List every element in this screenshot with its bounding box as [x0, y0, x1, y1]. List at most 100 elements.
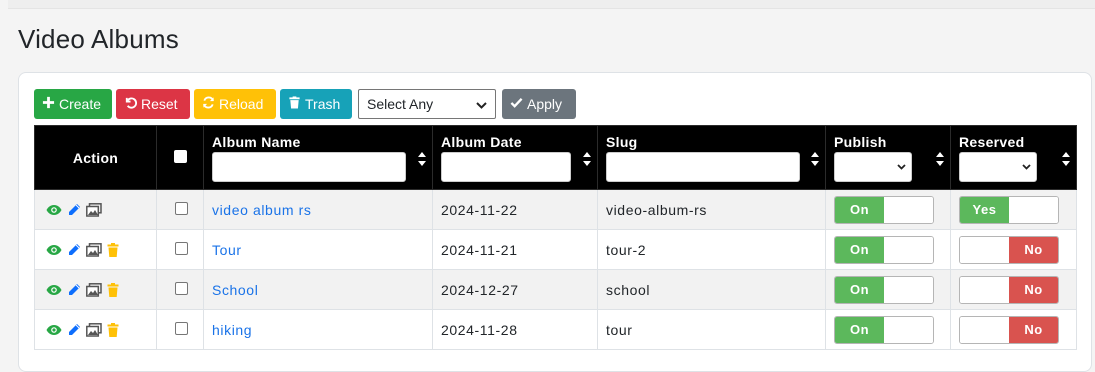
- album-name-link[interactable]: School: [212, 282, 258, 298]
- sort-icon[interactable]: [583, 152, 591, 166]
- eye-icon[interactable]: [46, 284, 62, 296]
- delete-icon[interactable]: [107, 242, 119, 257]
- slug-cell: tour: [597, 309, 826, 350]
- reload-button[interactable]: Reload: [194, 89, 276, 119]
- album-name-cell[interactable]: video album rs: [203, 189, 433, 230]
- album-date-cell: 2024-11-21: [432, 229, 598, 270]
- pencil-icon[interactable]: [67, 323, 81, 337]
- images-icon[interactable]: [86, 242, 102, 257]
- slug-filter-input[interactable]: [606, 152, 800, 182]
- publish-cell: On: [825, 269, 951, 310]
- row-actions: [34, 309, 157, 350]
- pencil-icon[interactable]: [67, 203, 81, 217]
- bulk-action-select[interactable]: Select Any: [358, 89, 496, 119]
- sort-icon[interactable]: [418, 152, 426, 166]
- chevron-down-icon: [1022, 164, 1031, 170]
- table-row: video album rs 2024-11-22 video-album-rs…: [34, 189, 1077, 230]
- reserved-cell: No: [950, 269, 1077, 310]
- trash-button-label: Trash: [305, 96, 341, 112]
- column-header-album-date[interactable]: Album Date: [432, 125, 598, 190]
- publish-cell: On: [825, 189, 951, 230]
- images-icon[interactable]: [86, 202, 102, 217]
- album-name-link[interactable]: video album rs: [212, 202, 311, 218]
- album-name-filter-input[interactable]: [212, 152, 406, 182]
- reserved-toggle-label: No: [1009, 276, 1058, 303]
- row-actions: [34, 189, 157, 230]
- album-name-link[interactable]: hiking: [212, 322, 252, 338]
- delete-icon[interactable]: [107, 282, 119, 297]
- apply-button[interactable]: Apply: [502, 89, 576, 119]
- sort-icon[interactable]: [936, 152, 944, 166]
- column-header-publish[interactable]: Publish: [825, 125, 951, 190]
- page-title: Video Albums: [18, 24, 179, 54]
- album-date-cell: 2024-11-22: [432, 189, 598, 230]
- album-name-link[interactable]: Tour: [212, 242, 242, 258]
- publish-toggle[interactable]: On: [834, 195, 934, 224]
- undo-icon: [124, 96, 138, 112]
- row-checkbox[interactable]: [175, 321, 188, 335]
- column-header-reserved[interactable]: Reserved: [950, 125, 1077, 190]
- row-checkbox[interactable]: [175, 281, 188, 295]
- chevron-down-icon: [476, 96, 487, 112]
- pencil-icon[interactable]: [67, 243, 81, 257]
- reload-button-label: Reload: [219, 96, 264, 112]
- album-date-cell: 2024-12-27: [432, 269, 598, 310]
- images-icon[interactable]: [86, 322, 102, 337]
- publish-toggle[interactable]: On: [834, 275, 934, 304]
- publish-toggle-label: On: [835, 276, 884, 303]
- check-icon: [510, 96, 523, 112]
- reserved-toggle[interactable]: No: [959, 275, 1059, 304]
- slug-cell: tour-2: [597, 229, 826, 270]
- reserved-cell: No: [950, 229, 1077, 270]
- albums-table: Action Album Name Album Date Slug Publis…: [34, 125, 1077, 350]
- row-checkbox[interactable]: [175, 241, 188, 255]
- delete-icon[interactable]: [107, 322, 119, 337]
- reserved-cell: Yes: [950, 189, 1077, 230]
- row-actions: [34, 229, 157, 270]
- album-name-cell[interactable]: Tour: [203, 229, 433, 270]
- table-header-row: Action Album Name Album Date Slug Publis…: [34, 125, 1077, 190]
- top-bar: [0, 0, 1095, 10]
- table-row: School 2024-12-27 school On No: [34, 269, 1077, 310]
- sort-icon[interactable]: [811, 152, 819, 166]
- table-row: Tour 2024-11-21 tour-2 On No: [34, 229, 1077, 270]
- chevron-down-icon: [897, 164, 906, 170]
- images-icon[interactable]: [86, 282, 102, 297]
- select-all-checkbox[interactable]: [173, 149, 187, 163]
- reset-button[interactable]: Reset: [116, 89, 190, 119]
- column-header-action: Action: [34, 125, 157, 190]
- publish-toggle[interactable]: On: [834, 315, 934, 344]
- reserved-toggle[interactable]: Yes: [959, 195, 1059, 224]
- publish-filter-select[interactable]: [834, 152, 912, 182]
- slug-cell: video-album-rs: [597, 189, 826, 230]
- reserved-cell: No: [950, 309, 1077, 350]
- reserved-toggle-label: No: [1009, 236, 1058, 263]
- trash-button[interactable]: Trash: [280, 89, 352, 119]
- publish-cell: On: [825, 309, 951, 350]
- reserved-filter-select[interactable]: [959, 152, 1037, 182]
- album-name-cell[interactable]: School: [203, 269, 433, 310]
- album-date-filter-input[interactable]: [441, 152, 571, 182]
- publish-toggle[interactable]: On: [834, 235, 934, 264]
- row-checkbox[interactable]: [175, 201, 188, 215]
- apply-button-label: Apply: [527, 96, 563, 112]
- eye-icon[interactable]: [46, 324, 62, 336]
- reset-button-label: Reset: [141, 96, 178, 112]
- column-header-slug[interactable]: Slug: [597, 125, 826, 190]
- eye-icon[interactable]: [46, 204, 62, 216]
- album-date-cell: 2024-11-28: [432, 309, 598, 350]
- reserved-toggle-label: No: [1009, 316, 1058, 343]
- publish-toggle-label: On: [835, 236, 884, 263]
- plus-icon: [42, 96, 55, 112]
- column-header-album-name[interactable]: Album Name: [203, 125, 433, 190]
- sort-icon[interactable]: [1062, 152, 1070, 166]
- reserved-toggle[interactable]: No: [959, 315, 1059, 344]
- create-button[interactable]: Create: [34, 89, 112, 119]
- refresh-icon: [202, 96, 215, 112]
- eye-icon[interactable]: [46, 244, 62, 256]
- table-row: hiking 2024-11-28 tour On No: [34, 309, 1077, 350]
- pencil-icon[interactable]: [67, 283, 81, 297]
- reserved-toggle[interactable]: No: [959, 235, 1059, 264]
- trash-icon: [288, 96, 301, 112]
- album-name-cell[interactable]: hiking: [203, 309, 433, 350]
